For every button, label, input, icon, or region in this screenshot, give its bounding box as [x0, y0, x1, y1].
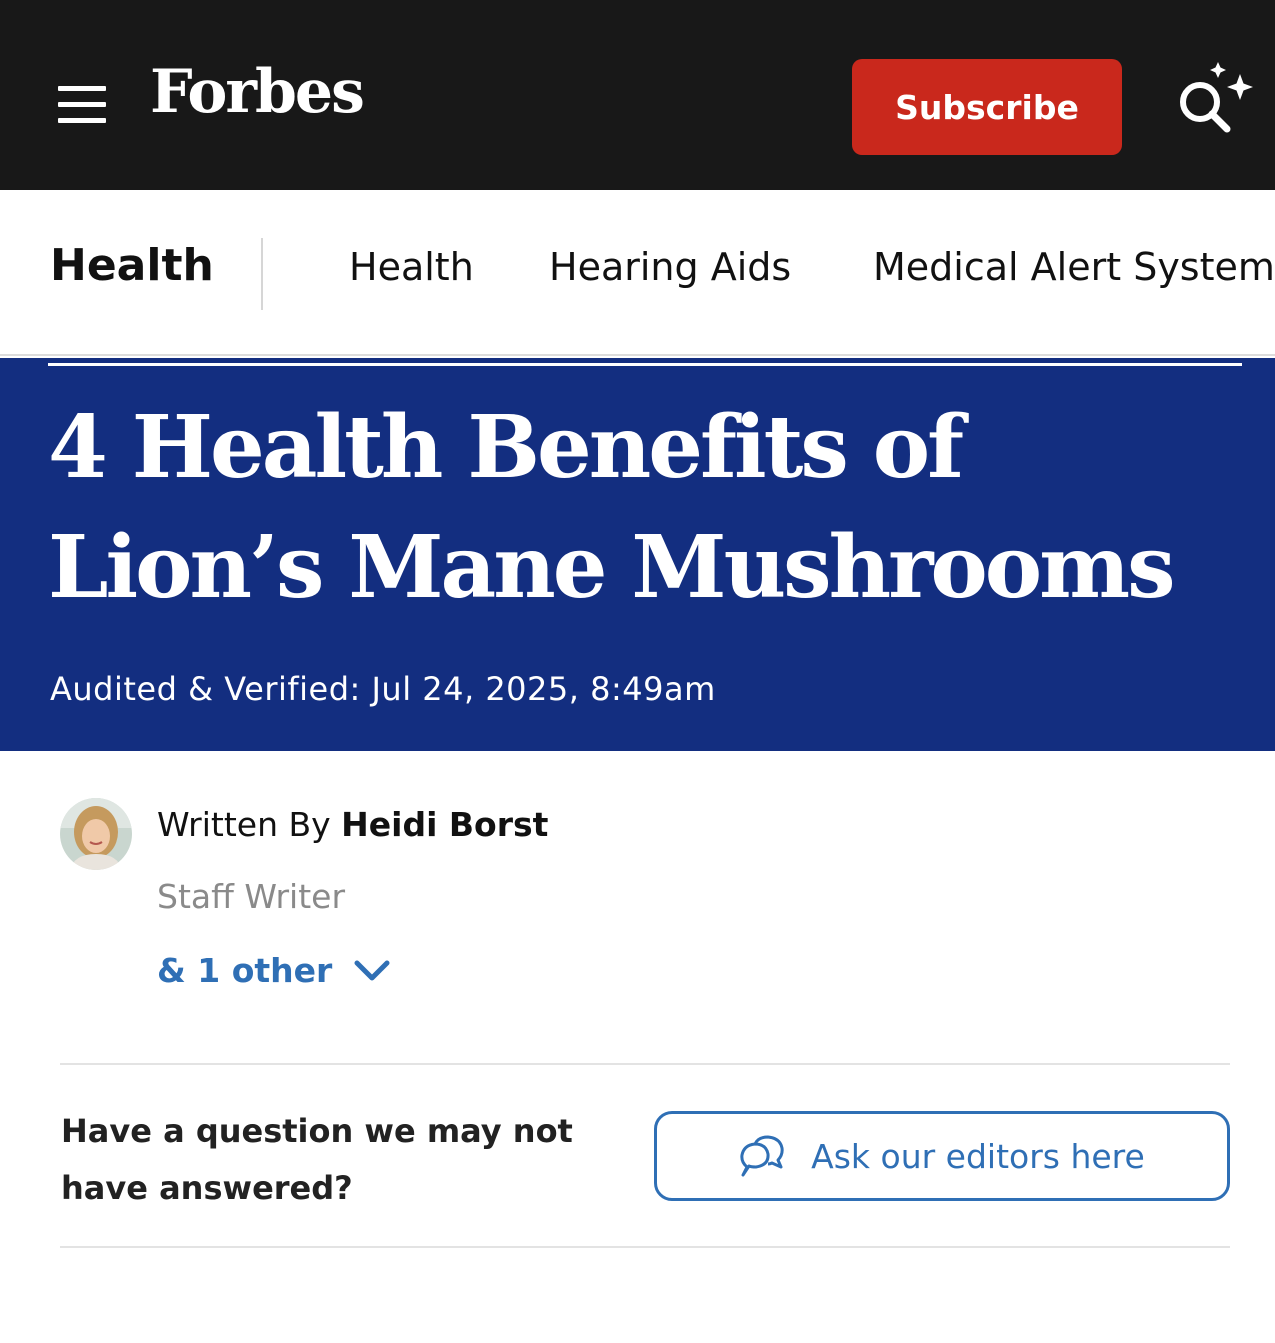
- divider-bottom: [60, 1246, 1230, 1248]
- section-nav: Health Health Hearing Aids Medical Alert…: [0, 190, 1275, 356]
- nav-link-hearing-aids[interactable]: Hearing Aids: [549, 245, 791, 289]
- article-title: 4 Health Benefits of Lion’s Mane Mushroo…: [48, 397, 1176, 618]
- ask-editors-label: Ask our editors here: [811, 1136, 1145, 1176]
- author-name[interactable]: Heidi Borst: [341, 805, 548, 844]
- menu-icon[interactable]: [58, 86, 106, 124]
- nav-link-health[interactable]: Health: [349, 245, 474, 289]
- top-header: Forbes Subscribe: [0, 0, 1275, 190]
- section-title[interactable]: Health: [50, 240, 214, 291]
- article-hero: 4 Health Benefits of Lion’s Mane Mushroo…: [0, 358, 1275, 751]
- other-authors-toggle[interactable]: & 1 other: [157, 951, 390, 990]
- author-avatar[interactable]: [60, 798, 132, 870]
- forbes-logo[interactable]: Forbes: [150, 62, 365, 122]
- divider-top: [60, 1063, 1230, 1065]
- article-date: Audited & Verified: Jul 24, 2025, 8:49am: [50, 670, 716, 708]
- author-line: Written By Heidi Borst: [157, 805, 548, 844]
- chat-bubbles-icon: [740, 1135, 784, 1177]
- nav-link-medical-alert-systems[interactable]: Medical Alert System: [873, 245, 1275, 289]
- ai-search-icon[interactable]: [1172, 56, 1256, 140]
- hero-divider: [48, 363, 1242, 366]
- ask-editors-button[interactable]: Ask our editors here: [654, 1111, 1230, 1201]
- written-by-label: Written By: [157, 805, 331, 844]
- subscribe-button[interactable]: Subscribe: [852, 59, 1122, 155]
- question-prompt: Have a question we may not have answered…: [61, 1112, 573, 1207]
- chevron-down-icon: [354, 960, 390, 980]
- nav-divider: [261, 238, 263, 310]
- author-role: Staff Writer: [157, 877, 346, 916]
- other-authors-label: & 1 other: [157, 951, 333, 990]
